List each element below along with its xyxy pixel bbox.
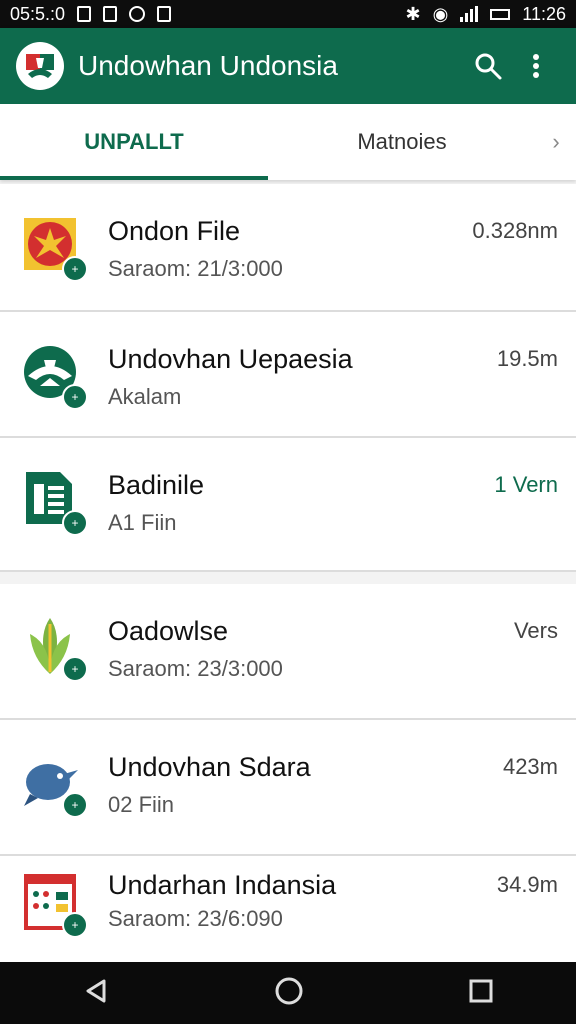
item-subtitle: A1 Fiin [108,510,177,535]
download-badge-icon: + [62,656,88,682]
app-bar: Undowhan Undonsia [0,28,576,104]
status-time-right: 11:26 [522,3,566,24]
bluetooth-icon: ✱ [405,3,421,24]
wifi-icon: ◉ [432,3,449,24]
item-size: 423m [502,754,558,779]
item-size: 34.9m [496,872,558,897]
item-name: Undarhan Indansia [108,870,337,900]
search-icon [475,53,502,80]
item-subtitle: Akalam [108,384,182,409]
search-button[interactable] [464,42,512,90]
tab-label: UNPALLT [84,129,184,154]
item-name: Oadowlse [108,616,229,646]
status-time-left: 05:5.:0 [10,3,66,24]
plant-icon: + [20,614,88,682]
list-item[interactable]: + Ondon File Saraom: 21/3:000 0.328nm [0,184,576,312]
overflow-menu-button[interactable] [512,42,560,90]
app-title: Undowhan Undonsia [78,50,338,81]
image-icon [157,6,172,22]
tab-unpallt[interactable]: UNPALLT [0,104,268,180]
signal-icon [460,6,479,22]
emblem-icon: + [20,214,88,282]
file-icon [103,6,118,22]
item-name: Ondon File [108,216,241,246]
tab-bar: UNPALLT Matnoies › [0,104,576,180]
download-badge-icon: + [62,384,88,410]
item-subtitle: Saraom: 21/3:000 [108,256,283,281]
list-item[interactable]: + Undarhan Indansia Saraom: 23/6:090 34.… [0,856,576,966]
list-item[interactable]: + Badinile A1 Fiin 1 Vern [0,438,576,572]
item-name: Badinile [108,470,205,500]
list-item[interactable]: + Undovhan Uepaesia Akalam 19.5m [0,312,576,438]
item-name: Undovhan Uepaesia [108,344,353,374]
tab-label: Matnoies [357,129,447,154]
navigation-bar [0,962,576,1024]
file-list: + Ondon File Saraom: 21/3:000 0.328nm + … [0,184,576,966]
chevron-right-icon: › [552,129,560,154]
item-subtitle: Saraom: 23/6:090 [108,906,283,931]
download-badge-icon: + [62,510,88,536]
item-size: 0.328nm [472,218,558,243]
calendar-icon: + [20,870,88,938]
tab-scroll-right-button[interactable]: › [536,104,576,180]
status-bar: 05:5.:0 ✱ ◉ 11:26 [0,0,576,28]
clock-icon [129,6,146,22]
list-item[interactable]: + Oadowlse Saraom: 23/3:000 Vers [0,584,576,720]
item-size: 19.5m [496,346,558,371]
tab-matnoies[interactable]: Matnoies [268,104,536,180]
recents-square-icon [469,979,493,1002]
recents-button[interactable] [468,978,494,1009]
back-triangle-icon [86,979,106,1002]
list-item[interactable]: + Undovhan Sdara 02 Fiin 423m [0,720,576,856]
document-icon: + [20,468,88,536]
download-badge-icon: + [62,912,88,938]
download-badge-icon: + [62,256,88,282]
item-subtitle: Saraom: 23/3:000 [108,656,283,681]
battery-icon [490,8,511,20]
dolphin-icon: + [20,750,88,818]
app-logo [16,42,64,90]
more-vert-icon [533,54,539,78]
back-button[interactable] [82,977,110,1010]
home-circle-icon [275,977,303,1004]
download-badge-icon: + [62,792,88,818]
item-name: Undovhan Sdara [108,752,311,782]
item-version: 1 Vern [494,472,558,497]
notification-icon [77,6,92,22]
garuda-icon: + [20,342,88,410]
home-button[interactable] [274,976,304,1011]
item-subtitle: 02 Fiin [108,792,175,817]
item-version: Vers [513,618,558,643]
section-gap [0,572,576,584]
